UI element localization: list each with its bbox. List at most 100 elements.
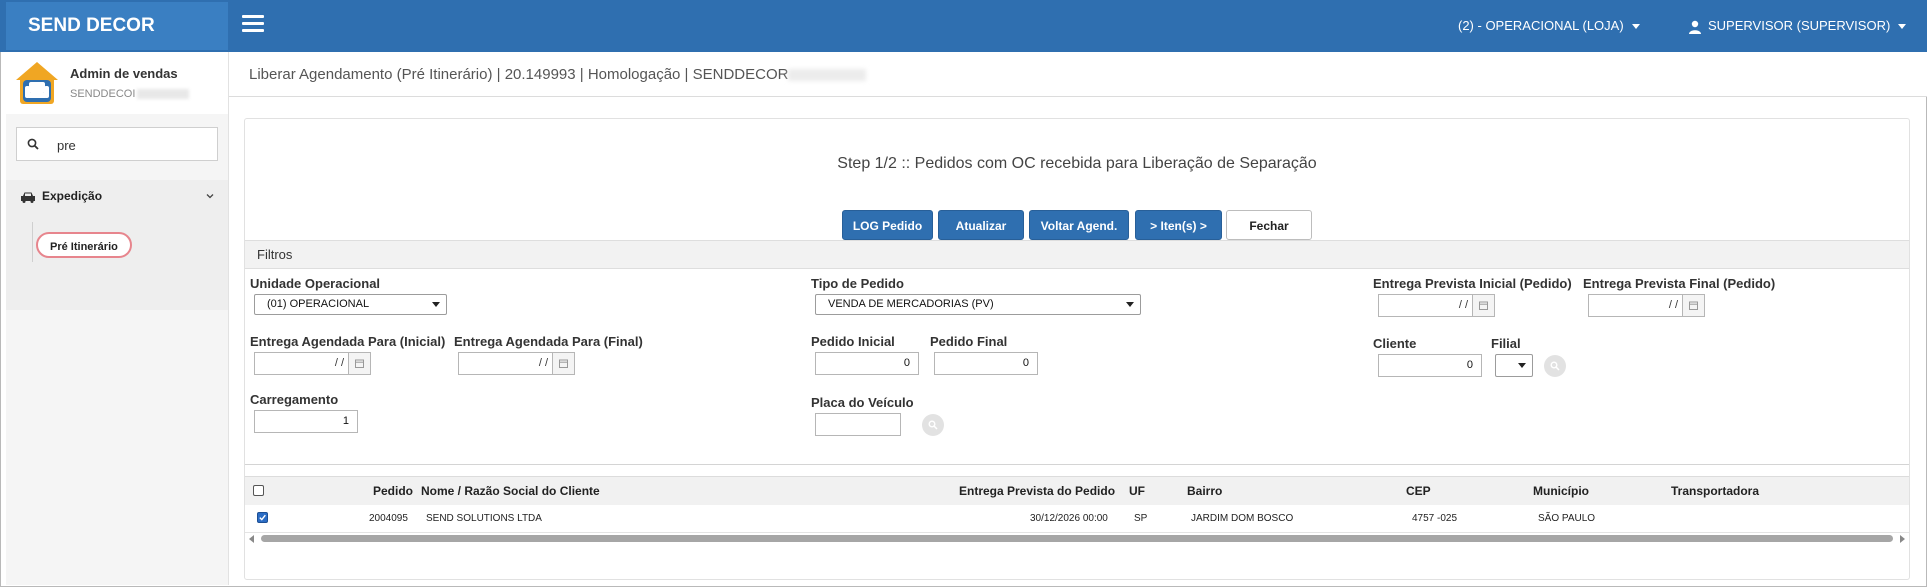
menu-tree-line — [32, 222, 33, 262]
column-header-cep[interactable]: CEP — [1406, 484, 1431, 498]
sofa-logo-icon — [16, 62, 58, 104]
sidebar-item-pre-itinerario[interactable]: Pré Itinerário — [36, 232, 132, 258]
filial-select[interactable] — [1495, 354, 1533, 377]
calendar-icon[interactable] — [552, 353, 574, 374]
entrega-prevista-inicial-label: Entrega Prevista Inicial (Pedido) — [1373, 276, 1572, 291]
cell-bairro: JARDIM DOM BOSCO — [1191, 513, 1294, 524]
cell-uf: SP — [1134, 513, 1148, 524]
tipo-pedido-select[interactable]: VENDA DE MERCADORIAS (PV) — [815, 294, 1141, 315]
unidade-select[interactable]: (01) OPERACIONAL — [254, 294, 447, 315]
step-title: Step 1/2 :: Pedidos com OC recebida para… — [837, 155, 1317, 172]
page-header: Liberar Agendamento (Pré Itinerário) | 2… — [229, 52, 1927, 97]
car-icon — [21, 192, 35, 203]
pedido-final-label: Pedido Final — [930, 334, 1008, 349]
placa-search-button[interactable] — [922, 414, 944, 436]
filial-label: Filial — [1491, 336, 1521, 351]
agendada-final-field[interactable]: / / — [458, 352, 575, 375]
chevron-down-icon[interactable] — [206, 192, 214, 200]
cliente-input[interactable]: 0 — [1378, 354, 1482, 377]
menu-section-expedicao: Expedição Pré Itinerário — [6, 180, 228, 310]
sidebar: Admin de vendas SENDDECOI Expedição Pré … — [6, 52, 229, 585]
hamburger-menu-icon[interactable] — [242, 15, 264, 33]
cell-cliente: SEND SOLUTIONS LTDA — [426, 513, 542, 524]
column-header-entrega[interactable]: Entrega Prevista do Pedido — [959, 484, 1115, 498]
search-icon — [1550, 361, 1560, 371]
voltar-agend-button[interactable]: Voltar Agend. — [1029, 210, 1129, 240]
menu-group-label: Expedição — [42, 189, 103, 203]
scrollbar-thumb[interactable] — [261, 535, 1893, 542]
cell-entrega: 30/12/2026 00:00 — [1030, 513, 1108, 524]
column-header-uf[interactable]: UF — [1129, 484, 1145, 498]
agendada-final-label: Entrega Agendada Para (Final) — [454, 334, 643, 349]
calendar-icon[interactable] — [1682, 295, 1704, 316]
calendar-icon[interactable] — [348, 353, 370, 374]
date-value: / / — [538, 357, 548, 369]
placa-label: Placa do Veículo — [811, 395, 914, 410]
menu-search-box[interactable] — [16, 127, 218, 161]
date-value: / / — [1668, 299, 1678, 311]
table-header: Pedido Nome / Razão Social do Cliente En… — [245, 476, 1909, 506]
pedido-inicial-label: Pedido Inicial — [811, 334, 895, 349]
cliente-label: Cliente — [1373, 336, 1417, 351]
entrega-prevista-final-label: Entrega Prevista Final (Pedido) — [1583, 276, 1776, 291]
itens-button[interactable]: > Iten(s) > — [1135, 210, 1222, 240]
profile-name: Admin de vendas — [70, 66, 178, 81]
filters-title: Filtros — [257, 247, 293, 262]
cell-cep: 4757 -025 — [1412, 513, 1458, 524]
filters-header: Filtros — [245, 240, 1909, 269]
pedido-final-input[interactable]: 0 — [934, 352, 1038, 375]
unidade-select-value: (01) OPERACIONAL — [267, 298, 370, 310]
main-panel: Step 1/2 :: Pedidos com OC recebida para… — [244, 118, 1910, 580]
cell-municipio: SÃO PAULO — [1538, 513, 1596, 524]
caret-down-icon — [1898, 24, 1907, 30]
select-caret-icon — [1518, 363, 1526, 368]
pedido-inicial-input[interactable]: 0 — [815, 352, 919, 375]
column-header-transportadora[interactable]: Transportadora — [1671, 484, 1759, 498]
profile-company: SENDDECOI — [70, 88, 190, 100]
horizontal-scrollbar[interactable] — [247, 534, 1907, 544]
search-icon — [928, 420, 938, 430]
brand-logo[interactable]: SEND DECOR — [6, 2, 228, 50]
log-pedido-button[interactable]: LOG Pedido — [842, 210, 933, 240]
carregamento-input[interactable]: 1 — [254, 410, 358, 433]
atualizar-button[interactable]: Atualizar — [938, 210, 1024, 240]
date-value: / / — [1458, 299, 1468, 311]
table-row[interactable]: 2004095 SEND SOLUTIONS LTDA 30/12/2026 0… — [245, 505, 1909, 533]
fechar-button[interactable]: Fechar — [1226, 210, 1312, 240]
unidade-label: Unidade Operacional — [250, 276, 381, 291]
select-caret-icon — [432, 302, 440, 307]
user-dropdown-label: SUPERVISOR (SUPERVISOR) — [1708, 18, 1891, 33]
user-icon — [1689, 20, 1701, 34]
entrega-prevista-final-field[interactable]: / / — [1588, 294, 1705, 317]
placa-input[interactable] — [815, 413, 901, 436]
checkmark-icon — [259, 514, 266, 521]
unit-dropdown-label: (2) - OPERACIONAL (LOJA) — [1458, 18, 1624, 33]
user-dropdown[interactable]: SUPERVISOR (SUPERVISOR) — [1688, 0, 1907, 52]
column-header-bairro[interactable]: Bairro — [1187, 484, 1222, 498]
column-header-pedido[interactable]: Pedido — [373, 484, 413, 498]
entrega-prevista-inicial-field[interactable]: / / — [1378, 294, 1495, 317]
menu-group-expedicao[interactable]: Expedição — [20, 189, 102, 203]
column-header-municipio[interactable]: Município — [1533, 484, 1589, 498]
calendar-icon[interactable] — [1472, 295, 1494, 316]
tipo-pedido-select-value: VENDA DE MERCADORIAS (PV) — [828, 298, 994, 310]
agendada-inicial-label: Entrega Agendada Para (Inicial) — [250, 334, 446, 349]
column-header-cliente[interactable]: Nome / Razão Social do Cliente — [421, 484, 600, 498]
menu-search-input[interactable] — [55, 134, 209, 156]
caret-down-icon — [1631, 24, 1640, 30]
filters-area: Unidade Operacional (01) OPERACIONAL Tip… — [245, 267, 1909, 465]
select-all-checkbox[interactable] — [253, 485, 264, 496]
row-checkbox[interactable] — [257, 512, 268, 523]
user-profile: Admin de vendas SENDDECOI — [6, 52, 228, 114]
select-caret-icon — [1126, 302, 1134, 307]
unit-dropdown[interactable]: (2) - OPERACIONAL (LOJA) — [1458, 0, 1640, 52]
page-title: Liberar Agendamento (Pré Itinerário) | 2… — [249, 66, 867, 83]
carregamento-label: Carregamento — [250, 392, 339, 407]
cliente-search-button[interactable] — [1544, 355, 1566, 377]
scroll-right-arrow-icon[interactable] — [1900, 535, 1905, 543]
cell-pedido: 2004095 — [369, 513, 408, 524]
scroll-left-arrow-icon[interactable] — [249, 535, 254, 543]
tipo-pedido-label: Tipo de Pedido — [811, 276, 904, 291]
top-bar: SEND DECOR (2) - OPERACIONAL (LOJA) SUPE… — [0, 0, 1927, 52]
agendada-inicial-field[interactable]: / / — [254, 352, 371, 375]
